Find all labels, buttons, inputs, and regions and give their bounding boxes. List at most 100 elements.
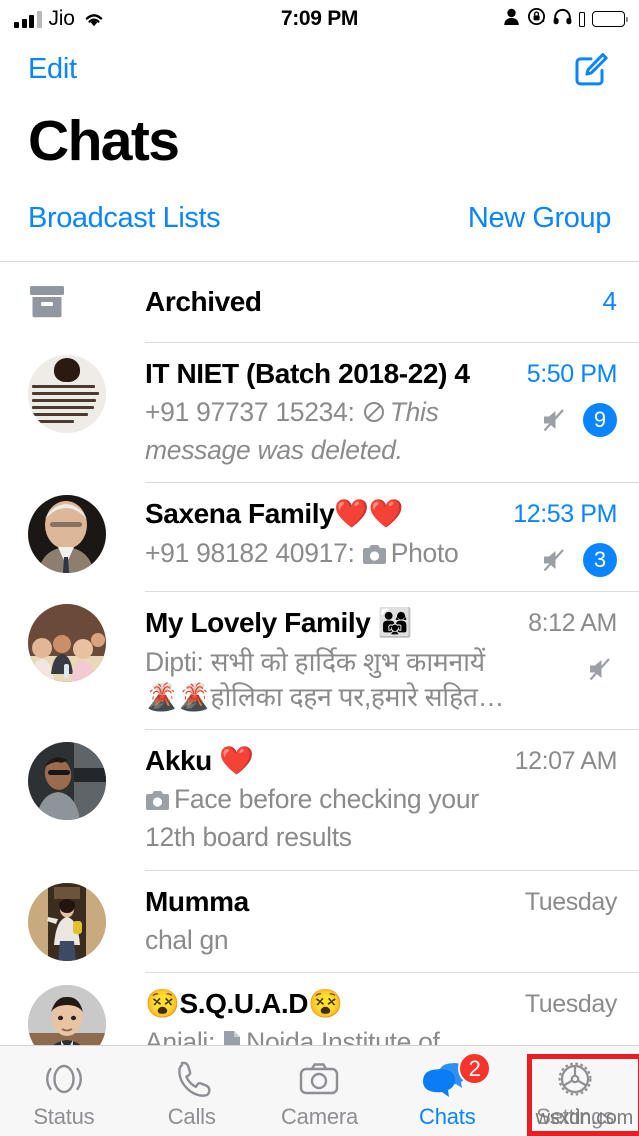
chat-title: Akku ❤️ — [145, 745, 254, 777]
chat-time: 12:53 PM — [513, 500, 617, 529]
chat-sender: +91 98182 40917: — [145, 537, 355, 568]
chat-meta: 5:50 PM 9 — [517, 357, 617, 469]
avatar-container — [28, 871, 145, 961]
chat-text-block: Saxena Family❤️❤️ +91 98182 40917: Photo — [145, 497, 503, 577]
archive-icon-container — [28, 284, 145, 320]
whatsapp-chats-screen: Jio 7:09 PM Edit Chats Broadcast Lists N… — [0, 0, 639, 1136]
phone-icon — [170, 1057, 214, 1101]
chat-title: Mumma — [145, 885, 249, 917]
archive-box-icon — [28, 284, 66, 320]
status-bar-right — [503, 7, 629, 31]
archived-row[interactable]: Archived 4 — [0, 262, 639, 343]
chat-sender: Dipti: — [145, 646, 204, 677]
chat-time: Tuesday — [524, 990, 618, 1019]
chat-meta: 12:07 AM — [505, 744, 618, 856]
camera-icon — [297, 1057, 341, 1101]
tab-status[interactable]: Status — [0, 1046, 128, 1136]
chat-list: Archived 4 IT NIET (Batch 2018-22) 4 +91… — [0, 260, 639, 1113]
mute-icon — [541, 547, 571, 573]
chat-sender: +91 97737 15234: — [145, 397, 355, 427]
blocked-icon — [362, 398, 386, 433]
chat-snippet: +91 97737 15234: This message was delete… — [145, 395, 517, 468]
tab-label: Chats — [419, 1104, 476, 1129]
chat-meta-icons — [528, 652, 617, 686]
archived-count: 4 — [602, 286, 617, 317]
compose-icon[interactable] — [571, 49, 611, 89]
chat-row-body: IT NIET (Batch 2018-22) 4 +91 97737 1523… — [145, 343, 639, 484]
chat-row[interactable]: Saxena Family❤️❤️ +91 98182 40917: Photo… — [0, 483, 639, 593]
chat-meta-icons: 9 — [527, 402, 617, 437]
new-group-button[interactable]: New Group — [468, 202, 611, 235]
chat-meta: Tuesday — [515, 885, 618, 958]
chat-snippet-text: Photo — [390, 537, 459, 568]
chat-row[interactable]: Akku ❤️ Face before checking your 12th b… — [0, 730, 639, 871]
chat-title: IT NIET (Batch 2018-22) 4 — [145, 357, 470, 389]
avatar — [28, 742, 106, 821]
tab-label: Camera — [280, 1104, 359, 1129]
chat-row[interactable]: Mumma chal gn Tuesday — [0, 871, 639, 974]
chat-snippet: +91 98182 40917: Photo — [145, 536, 503, 574]
avatar — [28, 354, 106, 433]
chat-row-body: My Lovely Family 👨‍👩‍👧 Dipti: सभी को हार… — [145, 592, 639, 731]
archived-body: Archived 4 — [145, 262, 639, 343]
camera-icon — [145, 785, 170, 820]
chat-meta: 12:53 PM 3 — [503, 497, 617, 578]
chat-snippet-text: chal gn — [145, 924, 229, 955]
chat-time: Tuesday — [524, 887, 618, 916]
chat-row-body: Akku ❤️ Face before checking your 12th b… — [145, 730, 639, 871]
chat-time: 8:12 AM — [528, 609, 617, 638]
chat-text-block: My Lovely Family 👨‍👩‍👧 Dipti: सभी को हार… — [145, 606, 518, 715]
header-actions: Broadcast Lists New Group — [0, 172, 639, 261]
tab-calls[interactable]: Calls — [128, 1046, 256, 1136]
status-rings-icon — [42, 1057, 86, 1101]
avatar — [28, 882, 106, 961]
person-icon — [503, 8, 520, 31]
avatar-container — [28, 483, 145, 574]
broadcast-lists-button[interactable]: Broadcast Lists — [28, 202, 221, 235]
chat-title: Saxena Family❤️❤️ — [145, 498, 404, 530]
chat-bubbles-icon: 2 — [423, 1052, 492, 1101]
edit-button[interactable]: Edit — [28, 53, 77, 86]
avatar — [28, 604, 106, 683]
chat-time: 12:07 AM — [514, 747, 618, 776]
watermark: wsxdn.com — [535, 1107, 634, 1129]
tab-label: Status — [33, 1104, 95, 1129]
chat-meta-icons: 3 — [513, 543, 617, 578]
chat-row-body: Saxena Family❤️❤️ +91 98182 40917: Photo… — [145, 483, 639, 593]
tab-label: Calls — [167, 1104, 216, 1129]
chat-row-body: Mumma chal gn Tuesday — [145, 871, 639, 974]
unread-badge: 3 — [583, 543, 617, 578]
avatar-container — [28, 592, 145, 683]
battery-icon — [592, 11, 629, 27]
chat-time: 5:50 PM — [526, 359, 618, 388]
mute-icon — [541, 407, 571, 433]
chat-snippet-text: Face before checking your 12th board res… — [145, 784, 479, 853]
chat-row[interactable]: My Lovely Family 👨‍👩‍👧 Dipti: सभी को हार… — [0, 592, 639, 731]
chat-snippet: chal gn — [145, 923, 515, 958]
avatar-container — [28, 730, 145, 821]
headphone-battery-icon — [579, 11, 585, 27]
chat-row[interactable]: IT NIET (Batch 2018-22) 4 +91 97737 1523… — [0, 343, 639, 484]
avatar — [28, 495, 106, 574]
tab-chats[interactable]: 2 Chats — [383, 1046, 511, 1136]
page-title: Chats — [28, 109, 180, 173]
unread-badge: 9 — [583, 402, 617, 437]
chat-text-block: Mumma chal gn — [145, 885, 515, 958]
chat-title: My Lovely Family 👨‍👩‍👧 — [145, 607, 413, 639]
status-bar: Jio 7:09 PM — [0, 0, 639, 38]
camera-icon — [362, 539, 387, 574]
gear-icon — [553, 1057, 597, 1101]
headphones-icon — [553, 8, 572, 30]
mute-icon — [587, 656, 617, 682]
navigation-bar: Edit — [0, 38, 639, 100]
rotation-lock-icon — [527, 7, 546, 31]
chat-snippet: Face before checking your 12th board res… — [145, 782, 505, 855]
chat-meta: 8:12 AM — [518, 606, 617, 715]
chats-badge: 2 — [458, 1052, 492, 1085]
chat-text-block: Akku ❤️ Face before checking your 12th b… — [145, 744, 505, 856]
archived-label: Archived — [145, 285, 262, 317]
tab-camera[interactable]: Camera — [256, 1046, 384, 1136]
chat-title: 😵S.Q.U.A.D😵 — [145, 988, 343, 1020]
avatar-container — [28, 343, 145, 433]
chat-snippet: Dipti: सभी को हार्दिक शुभ कामनायें 🌋🌋होल… — [145, 645, 518, 715]
